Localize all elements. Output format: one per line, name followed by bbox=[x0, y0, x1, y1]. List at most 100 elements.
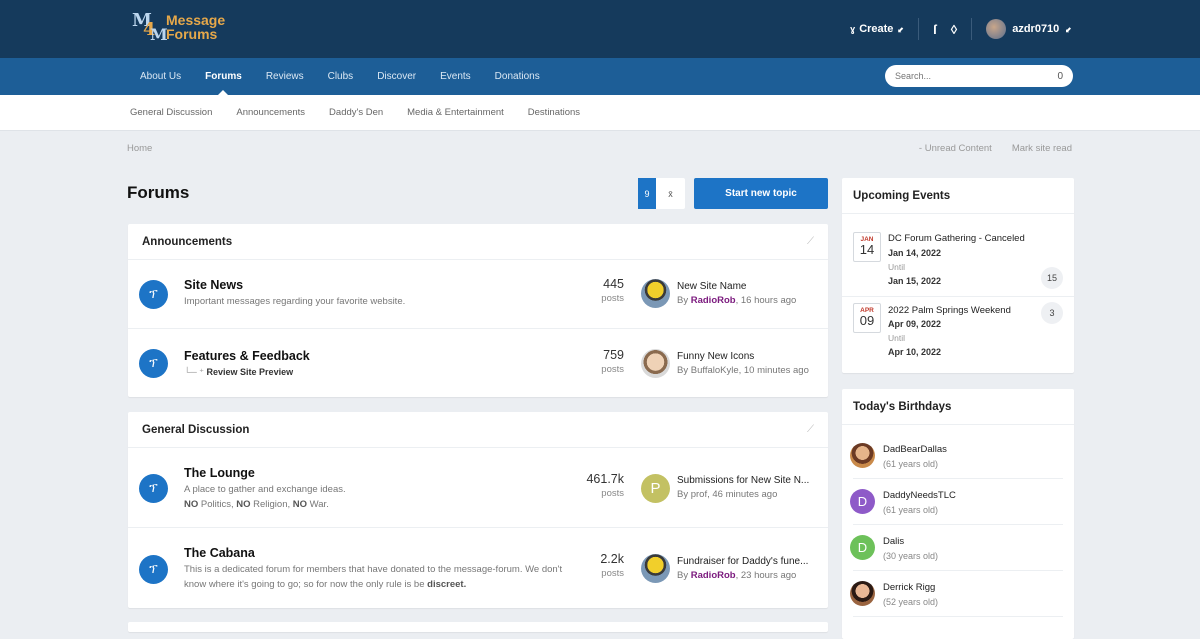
search-input[interactable] bbox=[895, 71, 1045, 81]
subnav-daddys-den[interactable]: Daddy's Den bbox=[317, 95, 395, 131]
last-post-user[interactable]: RadioRob bbox=[691, 295, 736, 306]
notifications-icon[interactable]: ſ bbox=[933, 22, 937, 37]
last-post-time: , 46 minutes ago bbox=[707, 489, 778, 500]
avatar[interactable]: P bbox=[641, 474, 670, 503]
subnav-general-discussion[interactable]: General Discussion bbox=[118, 95, 224, 131]
search-icon[interactable]: 0 bbox=[1057, 71, 1063, 82]
last-post-title[interactable]: Submissions for New Site N... bbox=[677, 475, 822, 486]
last-post-title[interactable]: New Site Name bbox=[677, 281, 822, 292]
create-button[interactable]: ɣ Create ⬋ bbox=[850, 23, 904, 35]
birthday-name[interactable]: DaddyNeedsTLC bbox=[883, 490, 956, 501]
last-post-user[interactable]: prof bbox=[691, 489, 707, 500]
subnav-announcements[interactable]: Announcements bbox=[224, 95, 317, 131]
view-toggle-grid[interactable]: x̄ bbox=[656, 178, 685, 209]
user-menu[interactable]: azdr0710 ⬋ bbox=[986, 19, 1072, 39]
nav-reviews[interactable]: Reviews bbox=[254, 58, 316, 95]
create-label: Create bbox=[859, 23, 894, 35]
birthday-name[interactable]: DadBearDallas bbox=[883, 444, 947, 455]
forum-row[interactable]: ፕ The Cabana This is a dedicated forum f… bbox=[128, 528, 828, 608]
forum-row[interactable]: ፕ Site News Important messages regarding… bbox=[128, 260, 828, 329]
subforum-link[interactable]: └─ ⁺ Review Site Preview bbox=[184, 367, 293, 378]
birthday-age: (61 years old) bbox=[883, 459, 939, 469]
birthday-item[interactable]: D Dalis (30 years old) bbox=[850, 525, 1063, 571]
event-title[interactable]: DC Forum Gathering - Canceled bbox=[888, 233, 1025, 244]
last-post-title[interactable]: Funny New Icons bbox=[677, 351, 822, 362]
forum-row[interactable]: ፕ The Lounge A place to gather and excha… bbox=[128, 448, 828, 528]
forum-row[interactable]: ፕ Features & Feedback └─ ⁺ Review Site P… bbox=[128, 329, 828, 398]
site-logo[interactable]: M4M Message Forums bbox=[130, 9, 225, 45]
post-count-label: posts bbox=[601, 488, 624, 499]
avatar[interactable] bbox=[641, 279, 670, 308]
avatar bbox=[986, 19, 1007, 39]
main-nav: About Us Forums Reviews Clubs Discover E… bbox=[0, 58, 1200, 95]
post-count-label: posts bbox=[601, 293, 624, 304]
event-end: Jan 15, 2022 bbox=[888, 276, 942, 286]
widget-title: Upcoming Events bbox=[842, 178, 1074, 214]
chevron-down-icon: ⬋ bbox=[897, 24, 905, 34]
birthday-age: (52 years old) bbox=[883, 597, 939, 607]
last-post-time: , 16 hours ago bbox=[735, 295, 797, 306]
avatar[interactable] bbox=[850, 581, 875, 606]
event-start: Jan 14, 2022 bbox=[888, 248, 942, 258]
post-count: 461.7k posts bbox=[586, 472, 624, 499]
forum-name[interactable]: Site News bbox=[184, 278, 243, 292]
breadcrumb-home[interactable]: Home bbox=[127, 143, 152, 154]
event-title[interactable]: 2022 Palm Springs Weekend bbox=[888, 305, 1011, 316]
birthday-item[interactable]: DadBearDallas (61 years old) bbox=[850, 433, 1063, 479]
post-count-number: 759 bbox=[603, 348, 624, 362]
forum-name[interactable]: The Cabana bbox=[184, 546, 255, 560]
subnav-destinations[interactable]: Destinations bbox=[516, 95, 592, 131]
by-prefix: By bbox=[677, 570, 689, 581]
logo-text: Message Forums bbox=[166, 13, 225, 41]
rss-icon[interactable]: ⟋ bbox=[807, 424, 814, 435]
avatar[interactable]: D bbox=[850, 535, 875, 560]
avatar[interactable] bbox=[641, 554, 670, 583]
nav-donations[interactable]: Donations bbox=[483, 58, 552, 95]
event-start: Apr 09, 2022 bbox=[888, 319, 942, 329]
chevron-down-icon: ⬋ bbox=[1065, 24, 1072, 34]
forum-section-next bbox=[128, 622, 828, 632]
view-toggle-table[interactable]: 9 bbox=[638, 178, 656, 209]
forum-rules-line: NO Politics, NO Religion, NO War. bbox=[184, 499, 329, 510]
nav-events[interactable]: Events bbox=[428, 58, 483, 95]
birthday-name[interactable]: Derrick Rigg bbox=[883, 582, 935, 593]
birthday-name[interactable]: Dalis bbox=[883, 536, 904, 547]
post-count-number: 461.7k bbox=[586, 472, 624, 486]
subnav-media-entertainment[interactable]: Media & Entertainment bbox=[395, 95, 516, 131]
avatar[interactable]: D bbox=[850, 489, 875, 514]
mark-site-read-link[interactable]: Mark site read bbox=[1012, 143, 1072, 154]
post-count: 759 posts bbox=[601, 348, 624, 375]
forum-icon: ፕ bbox=[139, 555, 168, 584]
post-count-label: posts bbox=[601, 364, 624, 375]
username: azdr0710 bbox=[1012, 23, 1060, 35]
event-attendee-count[interactable]: 15 bbox=[1041, 267, 1063, 289]
last-post-by: By BuffaloKyle, 10 minutes ago bbox=[677, 365, 827, 376]
last-post-title[interactable]: Fundraiser for Daddy's fune... bbox=[677, 556, 822, 567]
widget-title: Today's Birthdays bbox=[842, 389, 1074, 425]
birthday-item[interactable]: D DaddyNeedsTLC (61 years old) bbox=[850, 479, 1063, 525]
search-box[interactable]: 0 bbox=[885, 65, 1073, 87]
event-attendee-count[interactable]: 3 bbox=[1041, 302, 1063, 324]
view-toggle[interactable]: 9 x̄ bbox=[638, 178, 685, 209]
rss-icon[interactable]: ⟋ bbox=[807, 236, 814, 247]
birthdays-widget: Today's Birthdays DadBearDallas (61 year… bbox=[842, 389, 1074, 639]
event-item[interactable]: JAN 14 DC Forum Gathering - Canceled Jan… bbox=[842, 214, 1074, 297]
divider bbox=[918, 18, 920, 40]
nav-about-us[interactable]: About Us bbox=[128, 58, 193, 95]
last-post-user[interactable]: RadioRob bbox=[691, 570, 736, 581]
forum-name[interactable]: The Lounge bbox=[184, 466, 255, 480]
last-post-user[interactable]: BuffaloKyle bbox=[691, 365, 739, 376]
logo-line-2: Forums bbox=[166, 26, 218, 42]
forum-name[interactable]: Features & Feedback bbox=[184, 349, 310, 363]
unread-content-link[interactable]: ‐ Unread Content bbox=[919, 143, 992, 154]
birthday-item[interactable]: Derrick Rigg (52 years old) bbox=[850, 571, 1063, 617]
nav-discover[interactable]: Discover bbox=[365, 58, 428, 95]
event-item[interactable]: APR 09 2022 Palm Springs Weekend Apr 09,… bbox=[842, 297, 1074, 373]
nav-forums[interactable]: Forums bbox=[193, 58, 254, 95]
avatar[interactable] bbox=[641, 349, 670, 378]
unread-content-label: Unread Content bbox=[924, 143, 992, 154]
start-new-topic-button[interactable]: Start new topic bbox=[694, 178, 828, 209]
avatar[interactable] bbox=[850, 443, 875, 468]
messages-icon[interactable]: ◊ bbox=[951, 22, 957, 37]
nav-clubs[interactable]: Clubs bbox=[316, 58, 366, 95]
